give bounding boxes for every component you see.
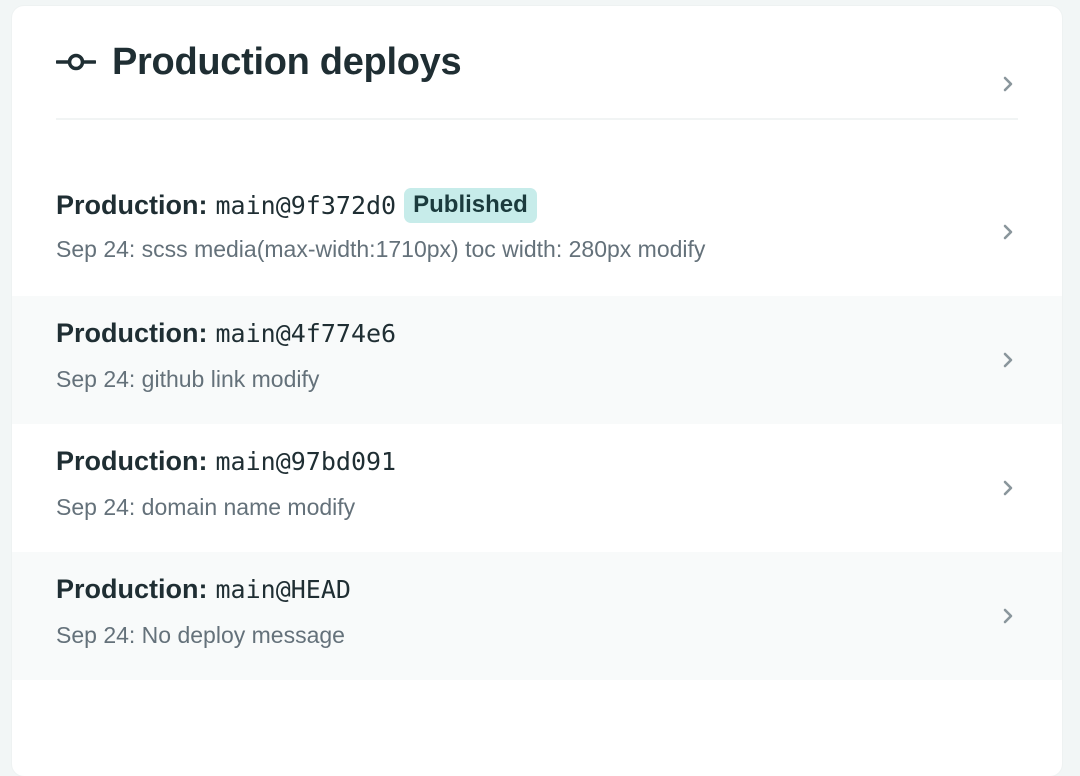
deploy-env-label: Production: (56, 574, 208, 604)
deploy-message: Sep 24: domain name modify (56, 494, 356, 520)
deploy-ref: main@4f774e6 (215, 319, 397, 348)
deploy-row[interactable]: Production: main@4f774e6 Sep 24: github … (12, 296, 1062, 424)
chevron-right-icon (1000, 608, 1016, 624)
deploy-title: Production: main@97bd091 (56, 446, 396, 477)
deploy-env-label: Production: (56, 190, 208, 220)
deploy-ref: main@97bd091 (215, 447, 397, 476)
chevron-right-icon (1000, 352, 1016, 368)
deploy-title: Production: main@HEAD (56, 574, 351, 605)
deploy-message: Sep 24: scss media(max-width:1710px) toc… (56, 236, 706, 262)
chevron-right-icon[interactable] (1000, 76, 1016, 92)
deploy-message: Sep 24: github link modify (56, 366, 320, 392)
commit-icon (56, 52, 96, 72)
page-title: Production deploys (112, 40, 462, 83)
deploy-message: Sep 24: No deploy message (56, 622, 345, 648)
deploy-ref: main@HEAD (215, 575, 351, 604)
deploy-env-label: Production: (56, 446, 208, 476)
chevron-right-icon (1000, 224, 1016, 240)
deploy-title: Production: main@4f774e6 (56, 318, 396, 349)
deploy-env-label: Production: (56, 318, 208, 348)
deploy-ref: main@9f372d0 (215, 191, 397, 220)
deploy-list: Production: main@9f372d0 Published Sep 2… (12, 168, 1062, 680)
card-header[interactable]: Production deploys (56, 6, 1018, 120)
production-deploys-card: Production deploys Production: main@9f37… (12, 6, 1062, 776)
deploy-row[interactable]: Production: main@HEAD Sep 24: No deploy … (12, 552, 1062, 680)
deploy-row[interactable]: Production: main@97bd091 Sep 24: domain … (12, 424, 1062, 552)
deploy-title: Production: main@9f372d0 Published (56, 188, 537, 223)
published-badge: Published (404, 188, 537, 223)
deploy-row[interactable]: Production: main@9f372d0 Published Sep 2… (12, 168, 1062, 296)
chevron-right-icon (1000, 480, 1016, 496)
